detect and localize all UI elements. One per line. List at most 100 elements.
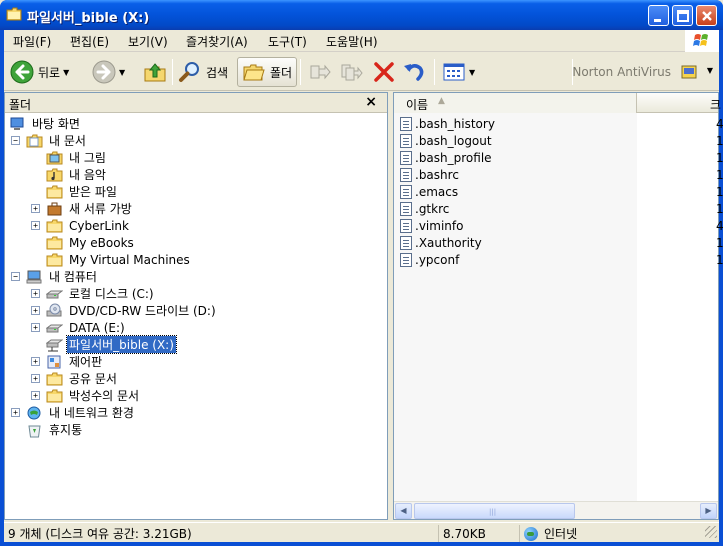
column-name-label: 이름 xyxy=(406,98,429,112)
menu-file[interactable]: 파일(F) xyxy=(13,33,51,50)
expand-icon[interactable]: + xyxy=(31,374,40,383)
back-label: 뒤로 xyxy=(38,65,61,80)
back-dropdown-icon[interactable]: ▼ xyxy=(63,68,69,77)
back-button[interactable]: 뒤로 ▼ xyxy=(10,57,69,87)
title-bar[interactable]: 파일서버_bible (X:) xyxy=(0,0,723,30)
expand-icon[interactable]: + xyxy=(31,221,40,230)
norton-antivirus-label[interactable]: Norton AntiVirus xyxy=(572,65,671,79)
hard-drive-icon xyxy=(45,320,64,336)
forward-arrow-icon xyxy=(92,60,116,84)
file-row[interactable]: .bashrc 1K xyxy=(400,166,723,183)
column-name-header[interactable]: 이름 ▲ xyxy=(394,93,637,113)
tree-item[interactable]: + DATA (E:) xyxy=(31,319,127,336)
delete-icon xyxy=(374,62,394,82)
file-row[interactable]: .bash_history 4K xyxy=(400,115,723,132)
file-size: 1K xyxy=(716,150,723,165)
expand-icon[interactable]: + xyxy=(11,408,20,417)
tree-item-label: 내 컴퓨터 xyxy=(49,270,97,284)
tree-item[interactable]: − 내 컴퓨터 xyxy=(11,268,99,285)
expand-icon[interactable]: + xyxy=(31,391,40,400)
tree-item[interactable]: 바탕 화면 xyxy=(9,115,82,132)
norton-dropdown-icon[interactable]: ▼ xyxy=(707,66,713,75)
status-objects-text: 9 개체 (디스크 여유 공간: 3.21GB) xyxy=(8,527,192,541)
forward-button[interactable]: ▼ xyxy=(92,57,125,87)
scroll-thumb[interactable]: ||| xyxy=(414,503,575,519)
file-row[interactable]: .emacs 1K xyxy=(400,183,723,200)
tree-item[interactable]: My Virtual Machines xyxy=(31,251,192,268)
search-button[interactable]: 검색 xyxy=(178,57,228,87)
file-name: .bash_profile xyxy=(415,150,492,165)
file-list-pane: 이름 ▲ 크 .bash_history4K.bash_logout1K.bas… xyxy=(393,92,723,520)
tree-item-label: 바탕 화면 xyxy=(32,117,80,131)
file-row[interactable]: .bash_profile 1K xyxy=(400,149,723,166)
resize-grip[interactable] xyxy=(705,526,717,538)
copy-to-button[interactable] xyxy=(339,57,363,87)
tree-item[interactable]: + 새 서류 가방 xyxy=(31,200,134,217)
tree-item[interactable]: + CyberLink xyxy=(31,217,131,234)
menu-view[interactable]: 보기(V) xyxy=(128,33,168,50)
delete-button[interactable] xyxy=(372,57,396,87)
views-button[interactable]: ▼ xyxy=(442,57,475,87)
views-dropdown-icon[interactable]: ▼ xyxy=(469,68,475,77)
menu-help[interactable]: 도움말(H) xyxy=(326,33,378,50)
tree-item-label: My eBooks xyxy=(69,235,134,250)
tree-item[interactable]: + 제어판 xyxy=(31,353,104,370)
tree-item[interactable]: 파일서버_bible (X:) xyxy=(31,335,177,354)
tree-item[interactable]: 내 그림 xyxy=(31,149,108,166)
tree-item[interactable]: 휴지통 xyxy=(11,421,84,438)
tree-item[interactable]: + 로컬 디스크 (C:) xyxy=(31,285,156,302)
expand-icon[interactable]: + xyxy=(31,204,40,213)
menu-tools[interactable]: 도구(T) xyxy=(268,33,307,50)
collapse-icon[interactable]: − xyxy=(11,272,20,281)
tree-item[interactable]: + 공유 문서 xyxy=(31,370,119,387)
folder-icon xyxy=(46,252,63,268)
folders-icon xyxy=(243,64,265,81)
text-file-icon xyxy=(400,201,412,216)
forward-dropdown-icon[interactable]: ▼ xyxy=(119,68,125,77)
search-label: 검색 xyxy=(206,65,229,80)
expand-icon[interactable]: + xyxy=(31,323,40,332)
folder-icon xyxy=(46,184,63,200)
file-row[interactable]: .Xauthority 1K xyxy=(400,234,723,251)
file-row[interactable]: .gtkrc 1K xyxy=(400,200,723,217)
tree-item[interactable]: 내 음악 xyxy=(31,166,108,183)
tree-item[interactable]: − 내 문서 xyxy=(11,132,88,149)
scroll-right-button[interactable]: ▶ xyxy=(700,503,717,519)
file-size: 1K xyxy=(716,184,723,199)
folder-icon xyxy=(46,371,63,387)
file-row[interactable]: .bash_logout 1K xyxy=(400,132,723,149)
status-zone-text: 인터넷 xyxy=(544,527,578,541)
expand-icon[interactable]: + xyxy=(31,306,40,315)
norton-icon[interactable] xyxy=(681,64,697,80)
tree-item[interactable]: 받은 파일 xyxy=(31,183,119,200)
menu-favorites[interactable]: 즐겨찾기(A) xyxy=(186,33,248,50)
move-to-button[interactable] xyxy=(307,57,331,87)
file-size: 4K xyxy=(716,218,723,233)
tree-item-label: 파일서버_bible (X:) xyxy=(66,335,177,354)
tree-item[interactable]: + 박성수의 문서 xyxy=(31,387,141,404)
close-pane-icon[interactable]: × xyxy=(365,94,377,110)
folders-label: 폴더 xyxy=(270,65,293,80)
maximize-button[interactable] xyxy=(672,5,693,26)
tree-item[interactable]: + DVD/CD-RW 드라이브 (D:) xyxy=(31,302,218,319)
folders-button[interactable]: 폴더 xyxy=(237,57,298,87)
views-icon xyxy=(443,63,465,81)
menu-edit[interactable]: 편집(E) xyxy=(70,33,109,50)
music-folder-icon xyxy=(46,167,63,183)
minimize-button[interactable] xyxy=(648,5,669,26)
expand-icon[interactable]: + xyxy=(31,289,40,298)
file-row[interactable]: .viminfo 4K xyxy=(400,217,723,234)
desktop-icon xyxy=(9,116,26,132)
up-folder-button[interactable] xyxy=(143,57,167,87)
horizontal-scrollbar[interactable]: ◀ ||| ▶ xyxy=(394,501,718,519)
undo-button[interactable] xyxy=(402,57,426,87)
tree-item[interactable]: My eBooks xyxy=(31,234,136,251)
tree-item-label: 로컬 디스크 (C:) xyxy=(69,287,154,301)
expand-icon[interactable]: + xyxy=(31,357,40,366)
windows-logo-icon xyxy=(685,30,719,52)
file-row[interactable]: .ypconf 1K xyxy=(400,251,723,268)
close-button[interactable] xyxy=(696,5,717,26)
collapse-icon[interactable]: − xyxy=(11,136,20,145)
scroll-left-button[interactable]: ◀ xyxy=(395,503,412,519)
tree-item[interactable]: + 내 네트워크 환경 xyxy=(11,404,136,421)
